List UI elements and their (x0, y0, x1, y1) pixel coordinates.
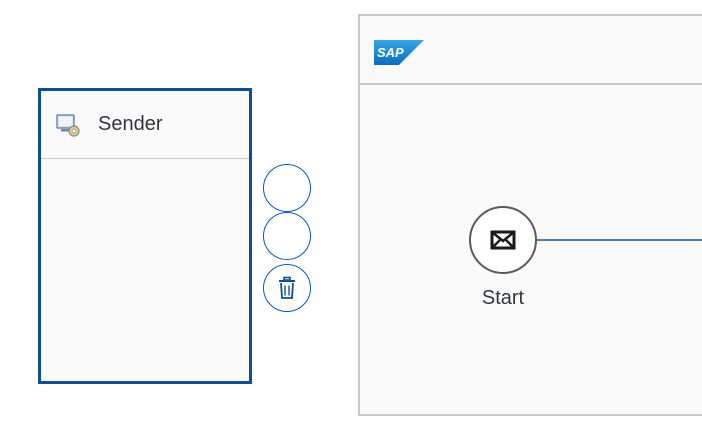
sender-participant[interactable]: Sender (38, 88, 252, 384)
sap-logo: SAP (374, 40, 424, 65)
envelope-icon (490, 230, 516, 250)
integration-flow-canvas[interactable]: Sender SAP Start (0, 0, 702, 441)
sap-logo-text: SAP (377, 45, 404, 60)
pool-header: SAP (360, 16, 702, 85)
sender-header: Sender (41, 91, 249, 159)
sequence-flow[interactable] (537, 239, 702, 241)
trash-icon (279, 276, 295, 299)
delete-button[interactable] (263, 264, 311, 312)
sender-label: Sender (98, 113, 163, 135)
start-event[interactable] (469, 206, 537, 274)
sender-system-icon (56, 113, 80, 137)
integration-process-pool[interactable]: SAP (358, 14, 702, 416)
context-action-button-2[interactable] (263, 212, 311, 260)
start-event-label: Start (481, 287, 525, 309)
context-action-button-1[interactable] (263, 164, 311, 212)
